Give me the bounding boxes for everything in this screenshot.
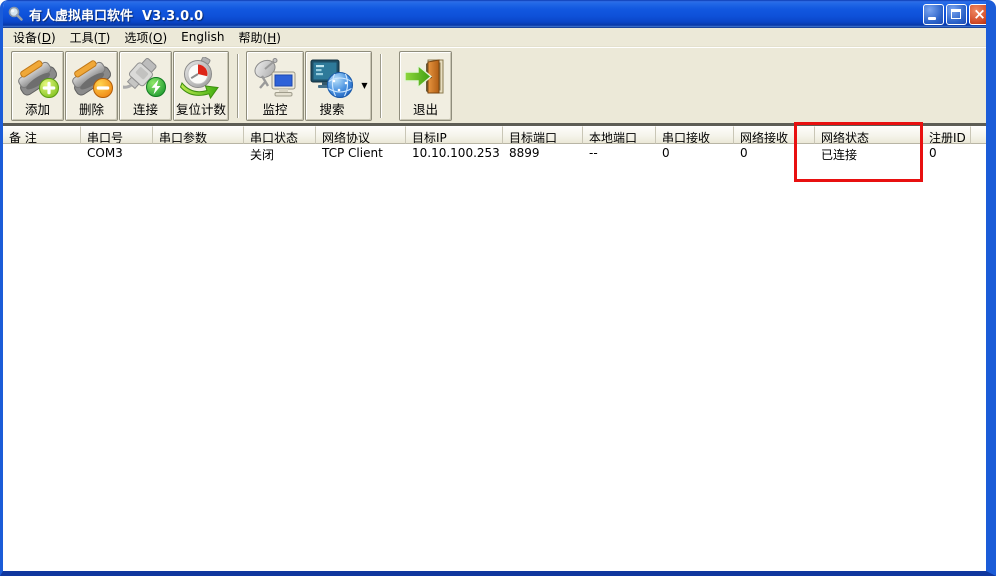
window-title: 有人虚拟串口软件 V3.3.0.0 bbox=[29, 8, 204, 24]
toolbar-button-reset-count[interactable]: 复位计数 bbox=[173, 50, 229, 121]
column-header-reg-id[interactable]: 注册ID bbox=[923, 126, 971, 144]
column-header-net-received[interactable]: 网络接收 bbox=[734, 126, 795, 144]
cell-com-params bbox=[153, 144, 244, 162]
search-button-main[interactable]: 搜索 bbox=[306, 52, 358, 120]
column-header-filler bbox=[971, 126, 986, 144]
maximize-button[interactable] bbox=[946, 3, 967, 25]
app-window: 有人虚拟串口软件 V3.3.0.0 × 设备(D) 工具(T) 选项(O) En… bbox=[0, 0, 996, 576]
column-header-local-port[interactable]: 本地端口 bbox=[583, 126, 656, 144]
toolbar-button-exit[interactable]: 退出 bbox=[399, 50, 452, 121]
close-button[interactable]: × bbox=[969, 3, 986, 25]
menu-bar: 设备(D) 工具(T) 选项(O) English 帮助(H) bbox=[3, 28, 986, 47]
toolbar-button-search[interactable]: 搜索 ▼ bbox=[305, 50, 372, 121]
column-header-com-received[interactable]: 串口接收 bbox=[656, 126, 734, 144]
column-header-remark[interactable]: 备 注 bbox=[3, 126, 81, 144]
search-dropdown-arrow[interactable]: ▼ bbox=[358, 52, 371, 120]
column-header-net-state[interactable]: 网络状态 bbox=[815, 126, 923, 144]
serial-connector-remove-icon bbox=[69, 56, 115, 102]
close-icon: × bbox=[973, 4, 986, 23]
cell-com-port: COM3 bbox=[87, 146, 123, 160]
column-header-com-port[interactable]: 串口号 bbox=[81, 126, 153, 144]
column-header-com-state[interactable]: 串口状态 bbox=[244, 126, 316, 144]
exit-door-icon bbox=[403, 56, 449, 102]
cell-reg-id: 0 bbox=[929, 146, 937, 160]
column-header-target-ip[interactable]: 目标IP bbox=[406, 126, 503, 144]
minimize-button[interactable] bbox=[923, 3, 944, 25]
toolbar-button-monitor[interactable]: 监控 bbox=[246, 50, 304, 121]
menu-tools[interactable]: 工具(T) bbox=[63, 27, 118, 48]
stopwatch-reset-icon bbox=[178, 56, 224, 102]
satellite-monitor-icon bbox=[252, 56, 298, 102]
list-header: 备 注 串口号 串口参数 串口状态 网络协议 目标IP 目标端口 本地端口 串口… bbox=[3, 126, 986, 144]
toolbar-button-connect[interactable]: 连接 bbox=[119, 50, 172, 121]
cell-com-received: 0 bbox=[662, 146, 670, 160]
device-list: 备 注 串口号 串口参数 串口状态 网络协议 目标IP 目标端口 本地端口 串口… bbox=[3, 126, 986, 571]
menu-english[interactable]: English bbox=[174, 28, 231, 46]
minimize-icon bbox=[928, 16, 936, 20]
menu-help[interactable]: 帮助(H) bbox=[232, 27, 288, 48]
column-header-com-params[interactable]: 串口参数 bbox=[153, 126, 244, 144]
column-header-net-protocol[interactable]: 网络协议 bbox=[316, 126, 406, 144]
cell-net-protocol: TCP Client bbox=[322, 146, 383, 160]
menu-options[interactable]: 选项(O) bbox=[117, 27, 174, 48]
cell-net-state: 已连接 bbox=[821, 148, 858, 162]
cell-local-port: -- bbox=[589, 146, 598, 160]
app-icon-magnifier bbox=[7, 6, 24, 22]
menu-device[interactable]: 设备(D) bbox=[6, 27, 63, 48]
network-search-icon bbox=[309, 56, 355, 102]
toolbar: 添加 删除 连接 复位计数 监控 搜索 ▼ 退出 bbox=[3, 47, 986, 126]
cell-remark bbox=[3, 144, 81, 162]
table-row[interactable]: COM3 关闭 TCP Client 10.10.100.253 8899 --… bbox=[3, 144, 986, 162]
column-header-target-port[interactable]: 目标端口 bbox=[503, 126, 583, 144]
cell-spacer bbox=[795, 144, 815, 162]
cell-filler bbox=[971, 144, 986, 162]
toolbar-button-delete[interactable]: 删除 bbox=[65, 50, 118, 121]
toolbar-button-add[interactable]: 添加 bbox=[11, 50, 64, 121]
toolbar-separator bbox=[237, 53, 239, 118]
cell-com-state: 关闭 bbox=[250, 148, 275, 162]
toolbar-separator bbox=[380, 53, 382, 118]
title-bar: 有人虚拟串口软件 V3.3.0.0 × bbox=[3, 0, 986, 28]
cell-target-ip: 10.10.100.253 bbox=[412, 146, 500, 160]
serial-connector-add-icon bbox=[15, 56, 61, 102]
column-header-spacer bbox=[795, 126, 815, 144]
maximize-icon bbox=[951, 8, 961, 19]
plug-connect-icon bbox=[122, 56, 169, 102]
cell-net-received: 0 bbox=[740, 146, 748, 160]
cell-target-port: 8899 bbox=[509, 146, 540, 160]
